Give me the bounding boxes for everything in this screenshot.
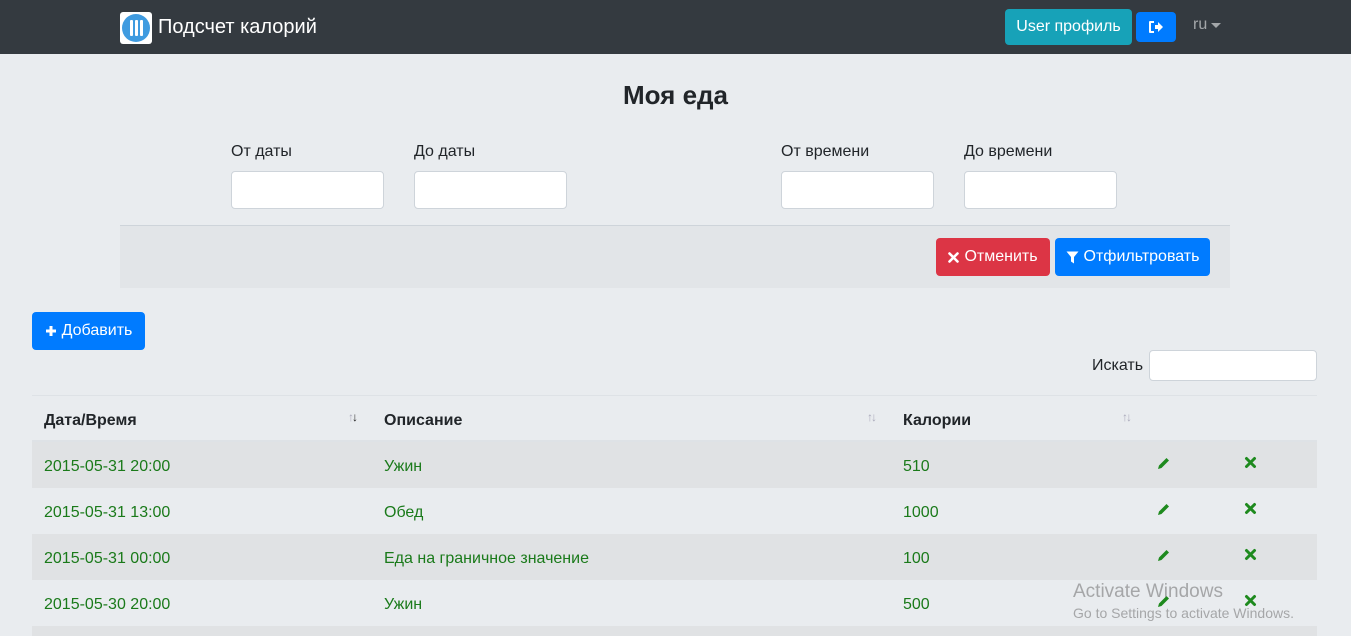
cancel-button-label: Отменить xyxy=(964,248,1038,265)
table-header: Дата/Время ↑↓ Описание ↑↓ Калории ↑↓ xyxy=(32,395,1317,442)
table-row-partial xyxy=(32,626,1317,636)
edit-pencil-icon[interactable] xyxy=(1156,502,1171,522)
brand-link[interactable]: Подсчет калорий xyxy=(120,11,317,44)
navbar: Подсчет калорий User профиль ru xyxy=(0,0,1351,54)
column-header-calories[interactable]: Калории xyxy=(903,412,971,430)
table-row: 2015-05-31 13:00 Обед 1000 xyxy=(32,488,1317,534)
from-time-label: От времени xyxy=(781,143,870,160)
column-header-datetime[interactable]: Дата/Время xyxy=(44,412,137,430)
page-title: Моя еда xyxy=(622,80,728,110)
cutlery-logo-icon xyxy=(120,11,152,44)
meal-datetime: 2015-05-31 00:00 xyxy=(44,550,171,567)
column-header-description[interactable]: Описание xyxy=(384,412,462,430)
language-label: ru xyxy=(1193,16,1208,33)
meal-description: Обед xyxy=(384,504,424,521)
to-date-input[interactable] xyxy=(414,171,567,209)
caret-down-icon xyxy=(1211,22,1222,28)
table-row: 2015-05-31 00:00 Еда на граничное значен… xyxy=(32,534,1317,580)
table-row: 2015-05-31 20:00 Ужин 510 xyxy=(32,442,1317,488)
edit-pencil-icon[interactable] xyxy=(1156,548,1171,568)
sign-out-icon xyxy=(1149,21,1163,33)
cancel-button[interactable]: Отменить xyxy=(936,238,1050,276)
brand-title: Подсчет калорий xyxy=(158,16,317,38)
meal-calories: 1000 xyxy=(903,504,939,521)
meal-datetime: 2015-05-30 20:00 xyxy=(44,596,171,613)
to-time-label: До времени xyxy=(964,143,1053,160)
activation-watermark-title: Activate Windows xyxy=(1073,581,1223,602)
filter-button[interactable]: Отфильтровать xyxy=(1055,238,1210,276)
meal-description: Ужин xyxy=(384,596,423,613)
meal-datetime: 2015-05-31 20:00 xyxy=(44,458,171,475)
meal-calories: 100 xyxy=(903,550,930,567)
delete-x-icon[interactable] xyxy=(1244,456,1257,474)
logout-button[interactable] xyxy=(1136,12,1176,42)
language-dropdown[interactable]: ru xyxy=(1193,16,1222,34)
sort-icon[interactable]: ↑↓ xyxy=(1122,410,1132,424)
filter-button-label: Отфильтровать xyxy=(1083,248,1200,265)
delete-x-icon[interactable] xyxy=(1244,502,1257,520)
user-profile-button[interactable]: User профиль xyxy=(1005,9,1132,45)
add-button-label: Добавить xyxy=(61,322,133,339)
meal-datetime: 2015-05-31 13:00 xyxy=(44,504,171,521)
meal-calories: 500 xyxy=(903,596,930,613)
meal-description: Ужин xyxy=(384,458,423,475)
from-time-input[interactable] xyxy=(781,171,934,209)
edit-pencil-icon[interactable] xyxy=(1156,456,1171,476)
add-meal-button[interactable]: Добавить xyxy=(32,312,145,350)
from-date-label: От даты xyxy=(231,143,292,160)
plus-icon xyxy=(45,326,56,336)
search-input[interactable] xyxy=(1149,350,1317,381)
sort-desc-icon[interactable]: ↑↓ xyxy=(348,410,358,424)
activation-watermark-subtitle: Go to Settings to activate Windows. xyxy=(1073,605,1294,621)
delete-x-icon[interactable] xyxy=(1244,548,1257,566)
funnel-icon xyxy=(1066,251,1079,263)
search-label: Искать xyxy=(1092,357,1144,374)
close-icon xyxy=(948,251,960,263)
to-date-label: До даты xyxy=(414,143,476,160)
to-time-input[interactable] xyxy=(964,171,1117,209)
meal-calories: 510 xyxy=(903,458,930,475)
sort-icon[interactable]: ↑↓ xyxy=(867,410,877,424)
meal-description: Еда на граничное значение xyxy=(384,550,589,567)
from-date-input[interactable] xyxy=(231,171,384,209)
